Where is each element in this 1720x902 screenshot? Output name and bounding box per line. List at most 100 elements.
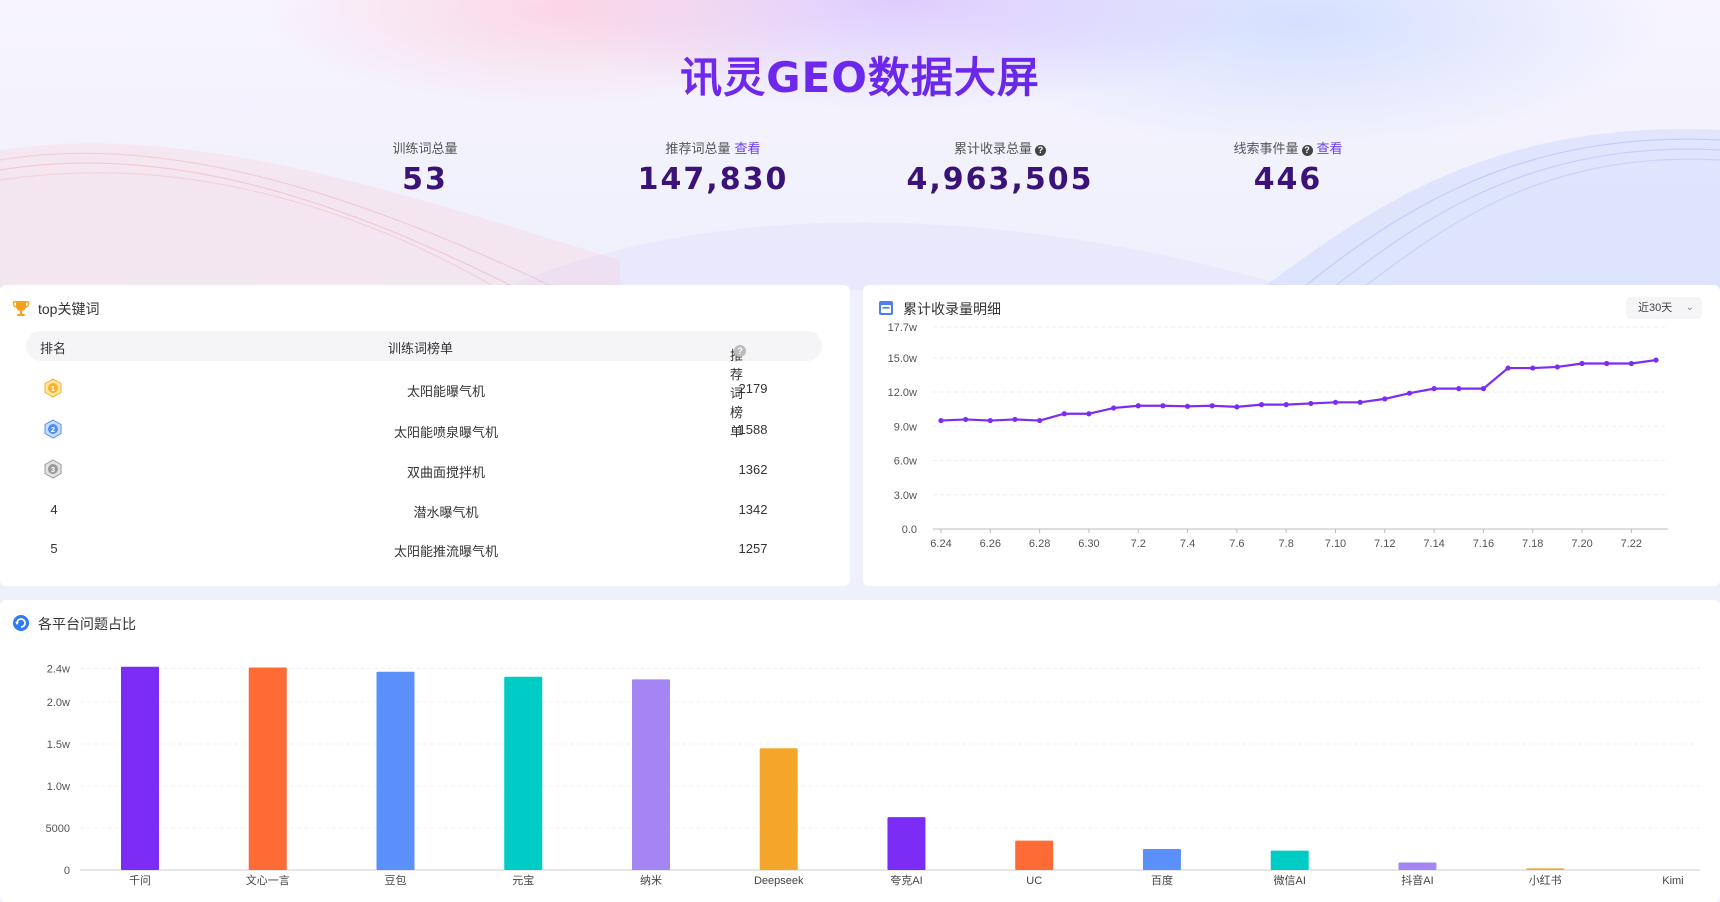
table-row[interactable]: 5 太阳能推流曝气机 1257 [26,531,822,567]
svg-text:2: 2 [51,425,55,434]
stat-label: 推荐词总量 [665,141,731,156]
y-tick-label: 2.4w [47,663,70,675]
silver-medal-icon: 2 [44,419,62,439]
stat-value: 4,963,505 [906,162,1094,197]
bar [1015,840,1054,870]
x-tick-label: 7.12 [1374,538,1395,550]
keyword-count: 1588 [738,422,768,437]
card-title: 累计收录量明细 [903,301,1001,317]
svg-text:1: 1 [51,384,55,393]
data-point [1308,400,1314,407]
keyword-count: 1362 [738,462,768,477]
data-point [938,417,944,424]
help-icon[interactable]: ? [1035,145,1046,156]
y-tick-label: 12.0w [888,387,917,399]
bronze-medal-icon: 3 [44,459,62,479]
y-tick-label: 1.0w [47,781,70,793]
y-tick-label: 9.0w [894,421,917,433]
table-row[interactable]: 2 太阳能喷泉曝气机 1588 [26,412,822,448]
data-point [1653,357,1659,363]
x-tick-label: 元宝 [512,873,534,887]
keyword-count: 2179 [738,381,768,396]
stat-label: 线索事件量 [1233,141,1299,156]
x-tick-label: Kimi [1662,875,1683,887]
stat-value: 53 [402,162,448,197]
data-point [1209,403,1215,409]
data-point [1184,403,1191,409]
table-row[interactable]: 1 太阳能曝气机 2179 [26,371,822,407]
x-tick-label: 7.10 [1325,538,1346,550]
x-tick-label: 7.6 [1229,538,1244,550]
bar [504,676,543,870]
data-point [1110,405,1117,411]
x-tick-label: Deepseek [754,875,804,887]
x-tick-label: UC [1026,875,1042,887]
data-point [1332,399,1339,405]
data-point [1061,411,1067,417]
x-tick-label: 7.16 [1473,538,1494,550]
stat-recommended-words: 推荐词总量 查看 147,830 [593,140,833,197]
data-point [1382,396,1388,402]
line-chart: 0.0 3.0w 6.0w 9.0w 12.0w 15.0w 17.7w 6.24 6.26 6.… [888,322,1668,550]
x-tick-label: 百度 [1151,873,1173,887]
data-point [1431,386,1437,392]
bar [631,679,670,870]
stats-row: 训练词总量 53 推荐词总量 查看 147,830 累计收录总量? 4,963,5… [0,140,1720,200]
trophy-icon [12,301,30,316]
x-tick-label: 7.14 [1423,538,1444,550]
stat-total-indexed: 累计收录总量? 4,963,505 [880,140,1120,197]
keyword-count: 1342 [738,502,768,517]
stat-label: 累计收录总量 [953,141,1032,156]
x-tick-label: 6.26 [980,538,1001,550]
bar [376,671,415,870]
x-tick-label: 6.28 [1029,538,1050,550]
view-leads-link[interactable]: 查看 [1317,141,1343,156]
keyword-text: 双曲面搅拌机 [406,465,485,480]
x-tick-label: 微信AI [1274,873,1306,887]
data-point [1357,399,1363,405]
y-tick-label: 17.7w [888,322,917,334]
x-tick-label: 7.22 [1621,538,1642,550]
bar [759,748,798,870]
stat-value: 147,830 [637,162,789,197]
table-row[interactable]: 4 潜水曝气机 1342 [26,492,822,528]
table-row[interactable]: 3 双曲面搅拌机 1362 [26,452,822,488]
x-tick-label: 小红书 [1529,874,1562,887]
data-point [1406,390,1413,396]
y-tick-label: 1.5w [47,739,70,751]
bar [1142,849,1181,870]
range-select[interactable]: 近30天 ⌄ [1626,297,1702,319]
keyword-count: 1257 [738,541,768,556]
help-icon[interactable]: ? [1301,145,1313,156]
data-point [1456,386,1462,392]
x-tick-label: 7.4 [1180,538,1195,550]
x-tick-label: 6.24 [930,538,951,550]
svg-text:3: 3 [51,465,55,474]
data-point [963,416,969,423]
view-recommended-link[interactable]: 查看 [735,141,761,156]
data-point [1135,403,1141,409]
x-tick-label: 7.2 [1131,538,1146,550]
calendar-icon [879,301,893,315]
stat-lead-events: 线索事件量? 查看 446 [1168,140,1408,197]
card-title: 各平台问题占比 [38,616,136,632]
data-point [1283,402,1289,408]
y-tick-label: 0.0 [902,524,917,536]
rank-number: 4 [50,502,58,517]
stat-label: 训练词总量 [392,141,458,156]
y-tick-label: 5000 [46,823,70,835]
help-icon[interactable]: ? [734,345,746,357]
stat-training-words: 训练词总量 53 [305,140,545,197]
data-point [987,417,993,424]
x-tick-label: 夸克AI [890,873,922,887]
x-tick-label: 7.20 [1571,538,1592,550]
data-point [1234,404,1240,410]
bar [887,817,926,870]
indexed-detail-card: 累计收录量明细 近30天 ⌄ 0.0 3.0w 6.0w 9.0w 12.0w 15.0w… [863,285,1720,586]
x-tick-label: 抖音AI [1401,873,1433,887]
bar-chart: 0 5000 1.0w 1.5w 2.0w 2.4w 千问 文心一言 豆包 元宝 纳米 Deepsee… [46,663,1700,887]
data-point [1480,386,1487,392]
x-tick-label: 千问 [129,874,151,887]
keywords-table-header: 排名 训练词榜单 推荐词榜单? [26,331,822,439]
data-point [1554,364,1560,370]
